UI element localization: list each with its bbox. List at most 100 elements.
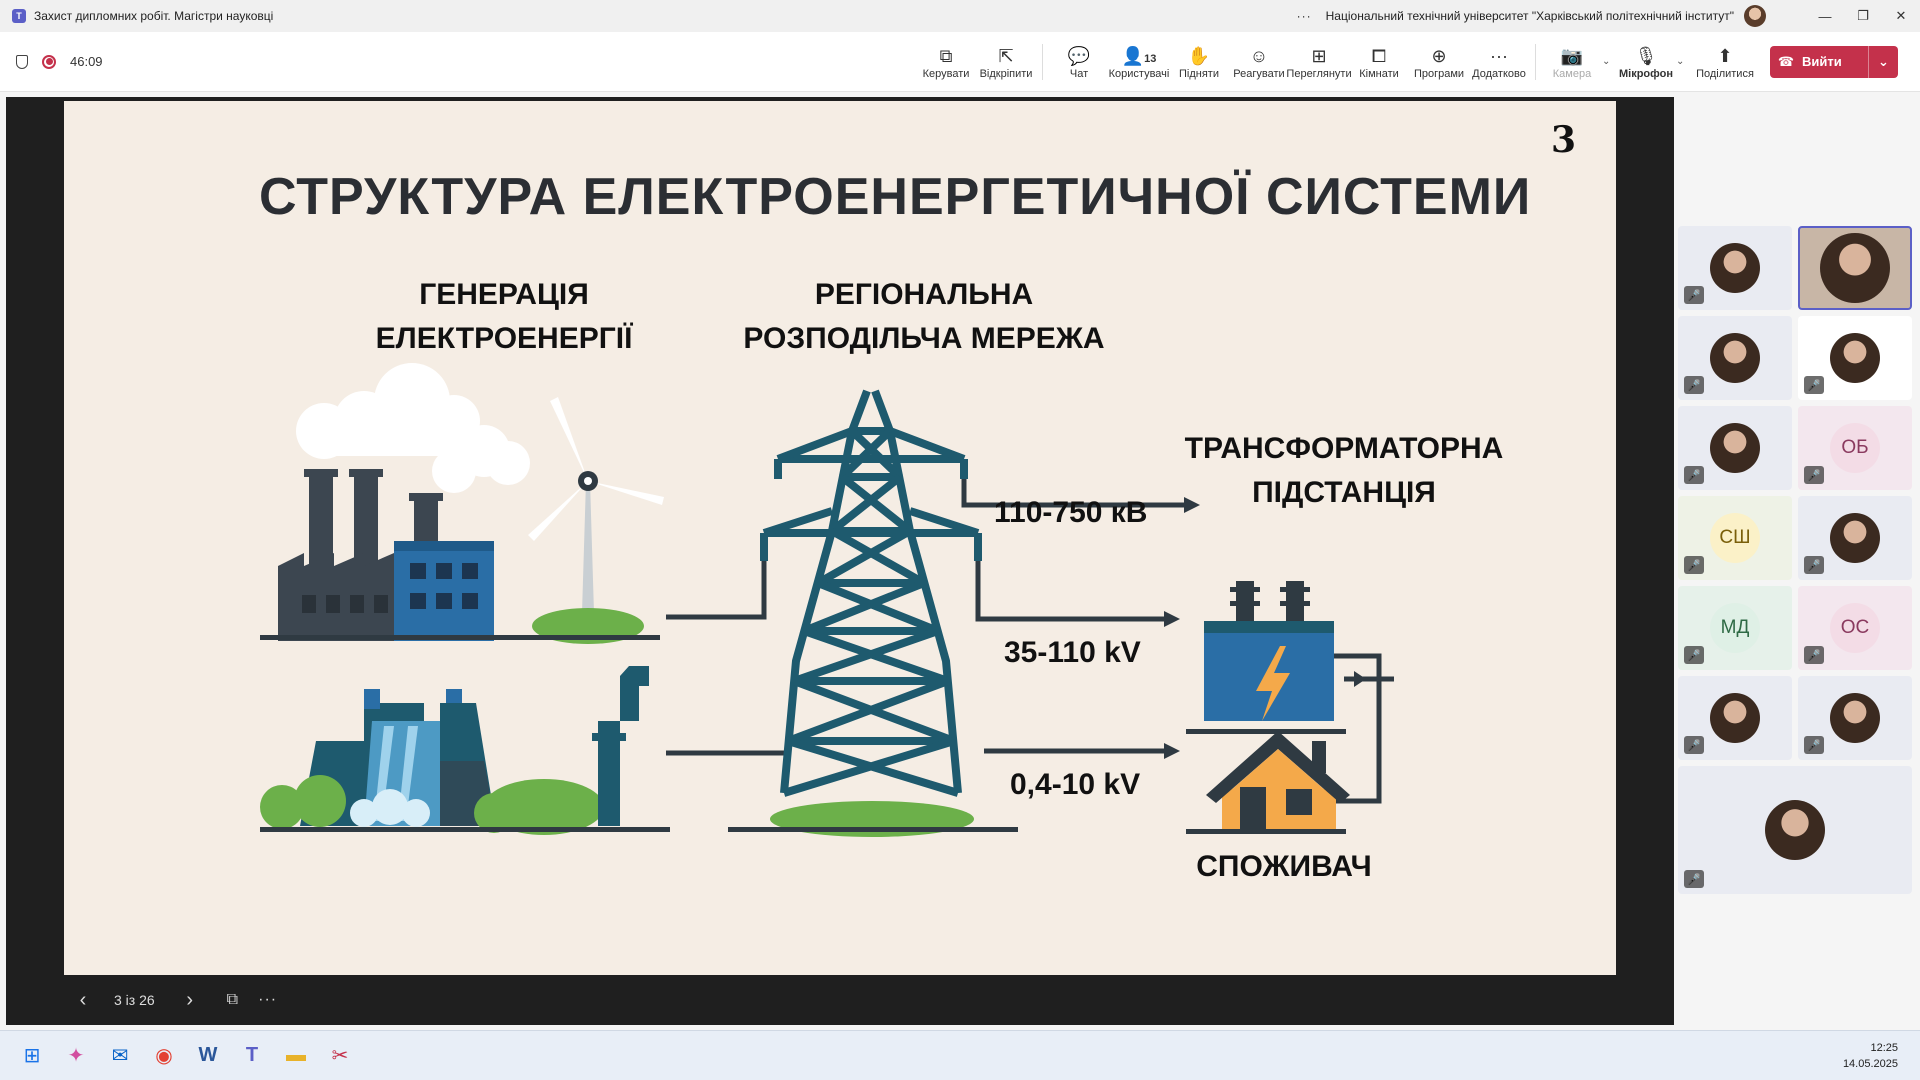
minimize-icon[interactable]: —: [1806, 9, 1844, 24]
slide-title: СТРУКТУРА ЕЛЕКТРОЕНЕРГЕТИЧНОЇ СИСТЕМИ: [259, 168, 1532, 226]
word-icon[interactable]: W: [186, 1034, 230, 1078]
more-label: Додатково: [1472, 67, 1526, 80]
mic-muted-icon: 🎤: [1804, 736, 1824, 754]
chat-button[interactable]: 💬 Чат: [1049, 34, 1109, 90]
next-slide-button[interactable]: ›: [173, 989, 207, 1012]
restore-icon[interactable]: ❐: [1844, 8, 1882, 24]
ground-line: [728, 827, 1018, 832]
factory: [260, 469, 660, 644]
avatar: [1710, 423, 1760, 473]
camera-label: Камера: [1552, 67, 1592, 80]
people-button[interactable]: 👤13 Користувачі: [1109, 34, 1170, 90]
participant-tile[interactable]: СШ 🎤: [1678, 496, 1792, 580]
phone-icon: ☎: [1777, 53, 1795, 69]
copilot-icon[interactable]: ✦: [54, 1034, 98, 1078]
avatar-initials: ОС: [1830, 603, 1880, 653]
shield-icon: [16, 54, 28, 69]
chrome-icon[interactable]: ◉: [142, 1034, 186, 1078]
participant-tile[interactable]: 🎤: [1678, 676, 1792, 760]
mic-button[interactable]: 🎙 Мікрофон: [1616, 34, 1676, 90]
react-label: Реагувати: [1233, 67, 1285, 80]
chevron-down-icon[interactable]: ⌄: [1602, 56, 1616, 67]
shared-content-stage: 3 СТРУКТУРА ЕЛЕКТРОЕНЕРГЕТИЧНОЇ СИСТЕМИ …: [6, 97, 1674, 1025]
clock-time: 12:25: [1870, 1041, 1898, 1054]
mic-muted-icon: 🎤: [1804, 376, 1824, 394]
manage-label: Керувати: [922, 67, 970, 80]
participant-tile[interactable]: 🎤: [1678, 316, 1792, 400]
more-options-button[interactable]: ···: [1297, 9, 1312, 23]
plus-icon: ⊕: [1431, 45, 1447, 66]
transmission-tower: [760, 389, 982, 797]
generation-label-line2: ЕЛЕКТРОЕНЕРГІЇ: [375, 322, 633, 355]
participant-tile-active[interactable]: [1798, 226, 1912, 310]
previous-slide-button[interactable]: ‹: [66, 989, 100, 1012]
call-toolbar: 46:09 ⧉ Керувати ⇱ Відкріпити 💬 Чат 👤13 Кори…: [0, 32, 1920, 92]
chevron-down-icon[interactable]: ⌄: [1868, 45, 1898, 78]
participant-tile[interactable]: 🎤: [1678, 226, 1792, 310]
system-clock[interactable]: 12:25 14.05.2025: [1843, 1040, 1898, 1072]
rooms-button[interactable]: ⧠ Кімнати: [1349, 34, 1409, 90]
chevron-down-icon[interactable]: ⌄: [1676, 56, 1690, 67]
participant-tile[interactable]: ОС 🎤: [1798, 586, 1912, 670]
participant-tile[interactable]: 🎤: [1798, 676, 1912, 760]
window-titlebar: T Захист дипломних робіт. Магістри науко…: [0, 0, 1920, 32]
apps-label: Програми: [1413, 67, 1465, 80]
avatar: [1710, 333, 1760, 383]
screen-share-icon: ⧉: [939, 45, 953, 66]
chat-icon: 💬: [1067, 45, 1091, 66]
mic-muted-icon: 🎤: [1684, 556, 1704, 574]
participant-tile[interactable]: МД 🎤: [1678, 586, 1792, 670]
voltage-mid-label: 35-110 kV: [1004, 636, 1141, 669]
meeting-title: Захист дипломних робіт. Магістри науковц…: [34, 9, 274, 23]
slide-number: 3: [1550, 119, 1576, 161]
slide-navigation-bar: ‹ 3 із 26 › ⧉ ···: [6, 975, 1674, 1025]
avatar-initials: МД: [1710, 603, 1760, 653]
slide-more-icon[interactable]: ···: [258, 991, 277, 1009]
generation-label: ГЕНЕРАЦІЯ ЕЛЕКТРОЕНЕРГІЇ: [294, 273, 714, 361]
network-label-line2: РОЗПОДІЛЬЧА МЕРЕЖА: [743, 322, 1105, 355]
grid-icon: ⊞: [1311, 45, 1327, 66]
slide-grid-icon[interactable]: ⧉: [227, 991, 238, 1009]
presentation-slide: 3 СТРУКТУРА ЕЛЕКТРОЕНЕРГЕТИЧНОЇ СИСТЕМИ …: [64, 101, 1616, 975]
share-icon: ⬆: [1717, 45, 1733, 66]
mic-off-icon: 🎙: [1634, 45, 1658, 66]
snipping-tool-icon[interactable]: ✂: [318, 1034, 362, 1078]
apps-button[interactable]: ⊕ Програми: [1409, 34, 1469, 90]
popout-button[interactable]: ⇱ Відкріпити: [976, 34, 1036, 90]
leave-button[interactable]: ☎ Вийти ⌄: [1770, 45, 1898, 78]
people-icon: 👤13: [1121, 45, 1157, 66]
windows-start-icon[interactable]: ⊞: [10, 1034, 54, 1078]
camera-off-icon: 📷: [1560, 45, 1584, 66]
consumer-label: СПОЖИВАЧ: [1196, 850, 1372, 883]
network-label-line1: РЕГІОНАЛЬНА: [814, 278, 1034, 311]
avatar: [1765, 800, 1825, 860]
substation-label-line1: ТРАНСФОРМАТОРНА: [1184, 432, 1504, 465]
participant-tile[interactable]: 🎤: [1798, 316, 1912, 400]
avatar: [1830, 513, 1880, 563]
participant-tile[interactable]: 🎤: [1678, 406, 1792, 490]
outlook-icon[interactable]: ✉: [98, 1034, 142, 1078]
voltage-high-label: 110-750 кВ: [994, 496, 1148, 529]
participant-tile[interactable]: 🎤: [1798, 496, 1912, 580]
avatar: [1820, 233, 1890, 303]
people-count: 13: [1144, 52, 1157, 65]
ellipsis-icon: ···: [1490, 45, 1508, 66]
more-button[interactable]: ··· Додатково: [1469, 34, 1529, 90]
share-button[interactable]: ⬆ Поділитися: [1690, 34, 1760, 90]
participant-tile[interactable]: ОБ 🎤: [1798, 406, 1912, 490]
camera-button[interactable]: 📷 Камера: [1542, 34, 1602, 90]
participant-tile[interactable]: 🎤: [1678, 766, 1912, 894]
slide-illustration: [260, 363, 1394, 837]
raise-hand-button[interactable]: ✋ Підняти: [1169, 34, 1229, 90]
teams-icon[interactable]: T: [230, 1034, 274, 1078]
view-label: Переглянути: [1286, 67, 1352, 80]
manage-button[interactable]: ⧉ Керувати: [916, 34, 976, 90]
react-button[interactable]: ☺ Реагувати: [1229, 34, 1289, 90]
recording-icon: [42, 54, 56, 69]
view-button[interactable]: ⊞ Переглянути: [1286, 34, 1352, 90]
file-explorer-icon[interactable]: ▬: [274, 1034, 318, 1078]
close-icon[interactable]: ✕: [1882, 8, 1920, 24]
generation-label-line1: ГЕНЕРАЦІЯ: [419, 278, 589, 311]
profile-avatar[interactable]: [1744, 5, 1766, 27]
rooms-label: Кімнати: [1359, 67, 1399, 80]
